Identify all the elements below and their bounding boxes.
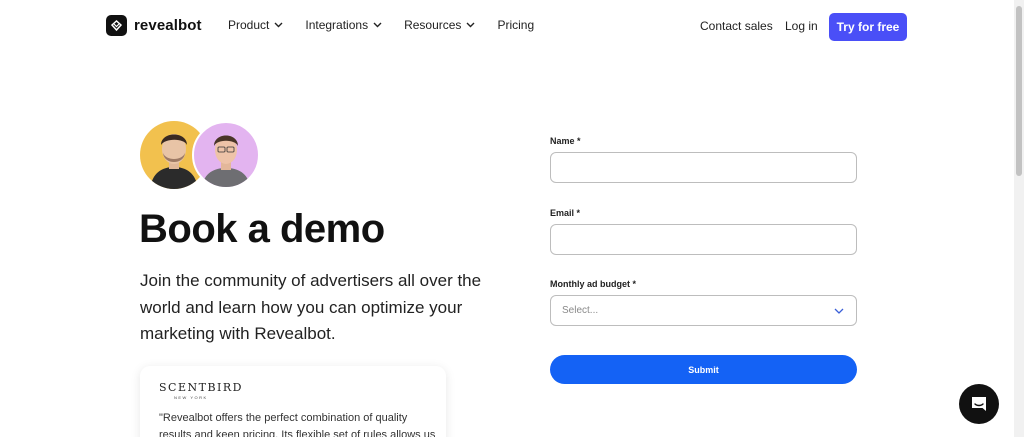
- name-label: Name *: [550, 136, 581, 146]
- chat-launcher-button[interactable]: [959, 384, 999, 424]
- login-link[interactable]: Log in: [785, 19, 818, 33]
- testimonial-brand-logo: SCENTBIRD: [159, 381, 243, 394]
- testimonial-quote: "Revealbot offers the perfect combinatio…: [159, 412, 436, 437]
- try-for-free-button[interactable]: Try for free: [829, 13, 907, 41]
- person-photo-icon: [202, 135, 250, 187]
- hero-description: Join the community of advertisers all ov…: [140, 271, 482, 343]
- contact-sales-link[interactable]: Contact sales: [700, 19, 773, 33]
- nav-resources[interactable]: Resources: [404, 18, 475, 32]
- top-navigation: revealbot Product Integrations Resources…: [0, 0, 1014, 52]
- page-scrollbar[interactable]: [1014, 0, 1024, 437]
- nav-integrations[interactable]: Integrations: [305, 18, 382, 32]
- revealbot-logo-icon: [106, 15, 127, 36]
- avatar: [192, 121, 260, 189]
- budget-label: Monthly ad budget *: [550, 279, 636, 289]
- chevron-down-icon: [274, 22, 283, 28]
- budget-select-placeholder: Select...: [562, 305, 599, 316]
- budget-select[interactable]: Select...: [550, 295, 857, 326]
- brand-logo[interactable]: revealbot: [106, 15, 202, 36]
- testimonial-brand-sub: NEW YORK: [174, 395, 208, 400]
- chevron-down-icon: [834, 308, 844, 314]
- chat-icon: [972, 397, 986, 411]
- main-menu: Product Integrations Resources Pricing: [228, 18, 556, 32]
- nav-integrations-label: Integrations: [305, 18, 369, 32]
- page-title: Book a demo: [139, 207, 385, 251]
- scrollbar-thumb[interactable]: [1016, 6, 1022, 176]
- brand-name: revealbot: [134, 17, 202, 34]
- chevron-down-icon: [466, 22, 475, 28]
- testimonial-card: SCENTBIRD NEW YORK "Revealbot offers the…: [140, 366, 446, 437]
- nav-pricing[interactable]: Pricing: [497, 18, 534, 32]
- name-field[interactable]: [550, 152, 857, 183]
- email-label: Email *: [550, 208, 581, 218]
- nav-product[interactable]: Product: [228, 18, 283, 32]
- nav-resources-label: Resources: [404, 18, 462, 32]
- submit-button[interactable]: Submit: [550, 355, 857, 384]
- team-avatars: [140, 121, 262, 189]
- chevron-down-icon: [373, 22, 382, 28]
- nav-pricing-label: Pricing: [497, 18, 535, 32]
- nav-product-label: Product: [228, 18, 270, 32]
- email-field[interactable]: [550, 224, 857, 255]
